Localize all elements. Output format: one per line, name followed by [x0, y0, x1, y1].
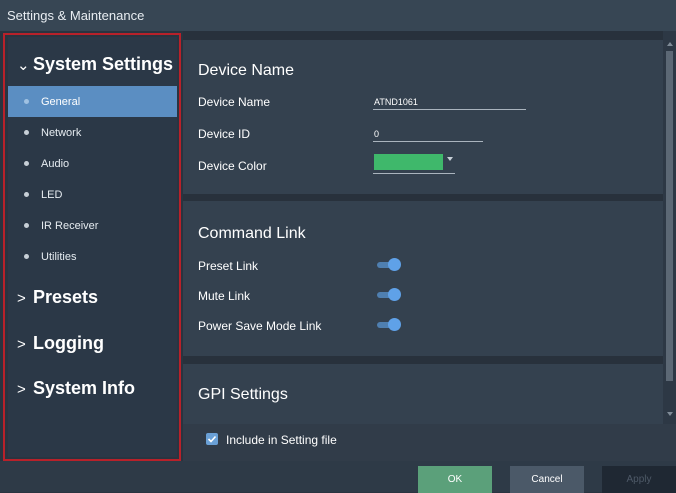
sidebar-item-network[interactable]: Network — [8, 117, 177, 148]
ok-button[interactable]: OK — [418, 466, 492, 493]
mute-link-label: Mute Link — [198, 289, 251, 303]
section-title-device-name: Device Name — [198, 62, 295, 79]
window-title: Settings & Maintenance — [7, 8, 145, 23]
sidebar: ⌄ System Settings General Network Audio L… — [8, 37, 177, 457]
chevron-right-icon: > — [17, 336, 26, 353]
chevron-down-icon — [447, 157, 453, 161]
preset-link-toggle[interactable] — [377, 258, 401, 272]
device-id-label: Device ID — [198, 127, 251, 141]
sidebar-item-led[interactable]: LED — [8, 179, 177, 210]
sidebar-item-general[interactable]: General — [8, 86, 177, 117]
sidebar-item-audio[interactable]: Audio — [8, 148, 177, 179]
include-in-setting-file-label: Include in Setting file — [226, 433, 337, 447]
sidebar-section-system-info[interactable]: > System Info — [17, 378, 135, 399]
power-save-mode-link-label: Power Save Mode Link — [198, 319, 322, 333]
settings-content-area: Device Name Device Name ATND1061 Device … — [183, 31, 676, 424]
sidebar-section-system-settings[interactable]: ⌄ System Settings — [17, 54, 173, 75]
gpi-settings-panel: GPI Settings — [183, 364, 663, 424]
dialog-footer: OK Cancel Apply — [0, 461, 676, 493]
chevron-down-icon: ⌄ — [17, 57, 30, 74]
bullet-icon — [24, 130, 29, 135]
bullet-icon — [24, 192, 29, 197]
sidebar-item-label: Audio — [41, 157, 70, 170]
section-title-gpi-settings: GPI Settings — [198, 386, 288, 403]
mute-link-toggle[interactable] — [377, 288, 401, 302]
sidebar-item-label: General — [41, 95, 81, 108]
scroll-down-arrow-icon[interactable] — [667, 412, 673, 416]
power-save-mode-link-toggle[interactable] — [377, 318, 401, 332]
bullet-icon — [24, 223, 29, 228]
sidebar-section-logging[interactable]: > Logging — [17, 333, 104, 354]
sidebar-section-label: System Info — [33, 378, 136, 398]
command-link-panel: Command Link Preset Link Mute Link Power… — [183, 201, 663, 356]
bullet-icon — [24, 161, 29, 166]
sidebar-item-label: Utilities — [41, 250, 77, 263]
sidebar-item-ir-receiver[interactable]: IR Receiver — [8, 210, 177, 241]
device-name-label: Device Name — [198, 95, 271, 109]
cancel-button[interactable]: Cancel — [510, 466, 584, 493]
sidebar-item-label: IR Receiver — [41, 219, 99, 232]
chevron-right-icon: > — [17, 381, 26, 398]
scroll-up-arrow-icon[interactable] — [667, 42, 673, 46]
device-color-select[interactable] — [373, 153, 455, 174]
section-title-command-link: Command Link — [198, 225, 306, 242]
device-color-swatch — [374, 154, 443, 170]
sidebar-item-label: LED — [41, 188, 63, 201]
device-id-field[interactable]: 0 — [373, 128, 483, 142]
sidebar-section-label: Presets — [33, 287, 99, 307]
sidebar-item-utilities[interactable]: Utilities — [8, 241, 177, 272]
include-in-setting-file-checkbox[interactable] — [206, 433, 218, 445]
bullet-icon — [24, 254, 29, 259]
window-title-bar: Settings & Maintenance — [0, 0, 676, 31]
content-scrollbar[interactable] — [663, 31, 676, 424]
chevron-right-icon: > — [17, 290, 26, 307]
sidebar-section-label: Logging — [33, 333, 104, 353]
device-name-field[interactable]: ATND1061 — [373, 96, 526, 110]
sidebar-section-label: System Settings — [33, 54, 174, 74]
include-in-setting-file-row: Include in Setting file — [183, 424, 676, 461]
bullet-icon — [24, 99, 29, 104]
checkmark-icon — [207, 435, 217, 443]
system-settings-submenu: General Network Audio LED IR Receiver Ut… — [8, 86, 177, 272]
apply-button[interactable]: Apply — [602, 466, 676, 493]
preset-link-label: Preset Link — [198, 259, 259, 273]
scroll-thumb[interactable] — [666, 51, 673, 381]
sidebar-section-presets[interactable]: > Presets — [17, 287, 98, 308]
device-color-label: Device Color — [198, 159, 267, 173]
sidebar-item-label: Network — [41, 126, 82, 139]
